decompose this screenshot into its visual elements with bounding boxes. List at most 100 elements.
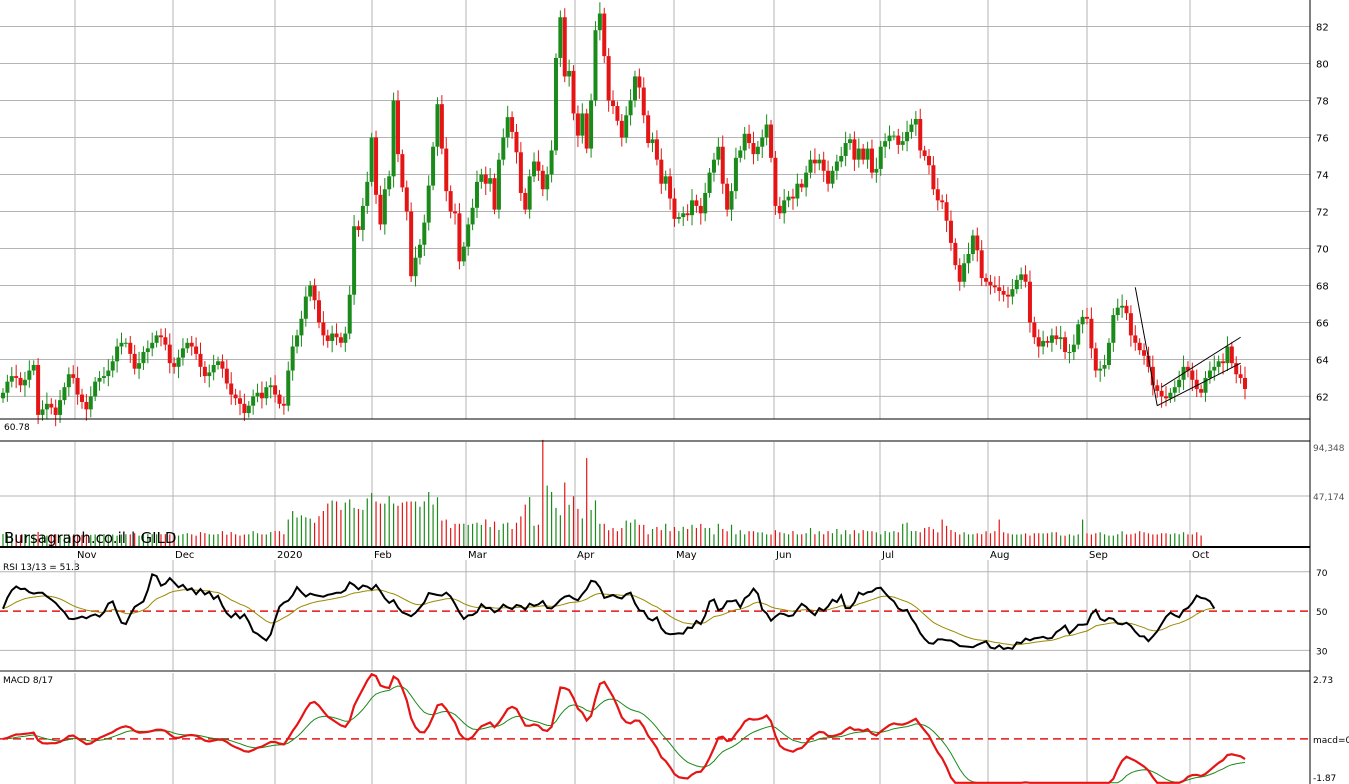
candle-body <box>281 403 286 406</box>
month-label: Dec <box>175 550 194 561</box>
candle-body <box>93 381 98 397</box>
candle-body <box>571 70 576 114</box>
candle-body <box>690 200 695 216</box>
candle-body <box>760 137 765 147</box>
candle-body <box>1115 307 1120 316</box>
candle-body <box>984 278 989 282</box>
candle-body <box>62 387 67 401</box>
candle-body <box>259 392 264 399</box>
candle-body <box>382 189 387 225</box>
candle-body <box>1102 364 1107 369</box>
candle-body <box>1041 340 1046 347</box>
price-tick-label: 66 <box>1316 318 1329 329</box>
candle-body <box>944 202 949 221</box>
candle-body <box>711 159 716 173</box>
candle-body <box>632 76 637 101</box>
candle-body <box>343 333 348 343</box>
candle-body <box>426 185 431 223</box>
month-label: 2020 <box>277 550 302 561</box>
price-tick-label: 82 <box>1316 22 1329 33</box>
candle-body <box>194 346 199 354</box>
month-label: Feb <box>374 550 392 561</box>
candle-body <box>628 100 633 116</box>
candle-body <box>1045 340 1050 343</box>
candle-body <box>352 226 357 295</box>
candle-body <box>216 361 221 365</box>
candle-body <box>672 198 677 219</box>
candle-body <box>501 137 506 160</box>
candle-body <box>417 244 422 258</box>
candle-body <box>698 205 703 214</box>
candle-body <box>624 115 629 138</box>
candle-body <box>927 155 932 166</box>
candle-body <box>141 352 146 364</box>
candle-body <box>312 285 317 301</box>
candle-body <box>1054 335 1059 340</box>
candle-body <box>369 137 374 182</box>
candle-body <box>606 56 611 101</box>
candle-body <box>207 372 212 377</box>
candle-body <box>286 370 291 406</box>
candle-body <box>891 135 896 137</box>
candle-body <box>439 104 444 149</box>
candle-body <box>189 342 194 347</box>
candle-body <box>1243 377 1247 390</box>
candle-body <box>948 220 953 243</box>
candle-body <box>869 148 874 173</box>
price-tick-label: 80 <box>1316 59 1329 70</box>
candle-body <box>523 192 528 210</box>
candle-body <box>106 370 111 377</box>
candle-body <box>237 398 242 404</box>
candle-body <box>1190 370 1195 380</box>
candle-body <box>422 222 427 245</box>
price-tick-label: 68 <box>1316 281 1329 292</box>
candle-body <box>782 200 787 214</box>
candle-body <box>505 117 510 138</box>
candle-body <box>1199 389 1204 393</box>
candle-body <box>58 400 63 415</box>
candle-body <box>913 118 918 125</box>
candle-body <box>852 139 857 160</box>
candle-body <box>31 364 36 371</box>
candle-body <box>1010 289 1015 297</box>
candle-body <box>830 170 835 184</box>
candle-body <box>1067 352 1072 354</box>
candle-body <box>940 200 945 203</box>
candle-body <box>843 143 848 156</box>
candle-body <box>88 396 93 410</box>
candle-body <box>878 146 883 169</box>
candle-body <box>400 154 405 188</box>
price-tick-label: 78 <box>1316 96 1329 107</box>
candle-body <box>172 363 177 367</box>
candle-body <box>1023 274 1028 282</box>
candle-body <box>654 139 659 160</box>
candle-body <box>176 357 181 367</box>
candle-body <box>158 335 163 338</box>
candle-body <box>580 113 585 136</box>
candle-body <box>277 394 282 404</box>
candle-body <box>53 407 58 415</box>
candle-body <box>391 100 396 177</box>
candle-body <box>1229 346 1234 364</box>
candle-body <box>1058 337 1063 340</box>
candle-body <box>273 385 278 395</box>
candle-body <box>1027 281 1032 323</box>
candle-body <box>808 159 813 173</box>
candle-body <box>663 176 668 184</box>
candle-body <box>887 135 892 142</box>
candle-body <box>1063 337 1068 353</box>
candle-body <box>777 205 782 214</box>
candle-body <box>466 224 471 247</box>
rsi-tick-label: 30 <box>1316 647 1328 657</box>
candle-body <box>5 381 10 393</box>
candle-body <box>255 392 260 397</box>
candle-body <box>453 211 458 214</box>
candle-body <box>575 113 580 136</box>
candle-body <box>1238 374 1243 378</box>
candle-body <box>97 377 102 382</box>
candle-body <box>264 387 269 399</box>
price-baseline-label: 60.78 <box>4 423 30 433</box>
candle-body <box>716 146 721 160</box>
candle-body <box>268 385 273 388</box>
candle-body <box>975 235 980 251</box>
